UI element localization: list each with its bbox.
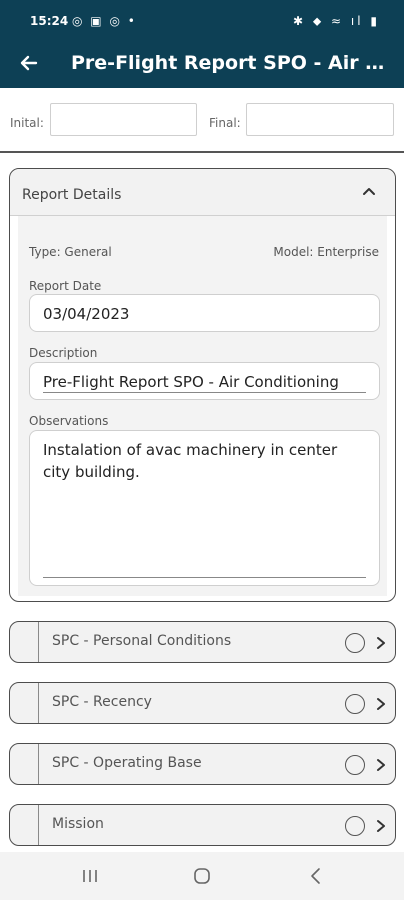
chevron-right-icon <box>377 820 385 832</box>
section-operating-base[interactable]: SPC - Operating Base <box>9 743 396 785</box>
back-arrow-icon[interactable] <box>14 48 44 78</box>
system-navigation-bar <box>0 852 404 900</box>
status-circle-icon <box>345 816 365 836</box>
back-icon[interactable] <box>305 866 327 886</box>
page-title: Pre-Flight Report SPO - Air Co... <box>71 52 391 74</box>
observations-underline <box>43 577 366 578</box>
description-label: Description <box>29 346 98 360</box>
app-bar: Pre-Flight Report SPO - Air Co... <box>0 42 404 88</box>
status-circle-icon <box>345 633 365 653</box>
report-date-value: 03/04/2023 <box>43 305 130 323</box>
report-details-panel: Report Details Type: General Model: Ente… <box>9 168 396 602</box>
chevron-right-icon <box>377 759 385 771</box>
description-value: Pre-Flight Report SPO - Air Conditioning <box>43 373 339 391</box>
description-field[interactable]: Pre-Flight Report SPO - Air Conditioning <box>29 362 380 400</box>
report-date-label: Report Date <box>29 279 102 293</box>
system-status-icons: ✱ ⬥ ≈ ıl ▮ <box>292 14 380 28</box>
section-label: SPC - Recency <box>52 694 152 710</box>
observations-value: Instalation of avac machinery in center … <box>43 441 338 481</box>
section-recency[interactable]: SPC - Recency <box>9 682 396 724</box>
initial-input[interactable] <box>50 103 197 136</box>
status-circle-icon <box>345 694 365 714</box>
section-stripe <box>38 805 39 845</box>
counters-bar: Inital: Final: <box>0 88 404 153</box>
section-stripe <box>38 744 39 784</box>
final-label: Final: <box>209 116 241 130</box>
section-stripe <box>38 683 39 723</box>
notification-icons: ◎ ▣ ◎ • <box>72 14 137 28</box>
chevron-up-icon[interactable] <box>361 185 377 197</box>
section-personal-conditions[interactable]: SPC - Personal Conditions <box>9 621 396 663</box>
final-input[interactable] <box>246 103 394 136</box>
report-model: Model: Enterprise <box>273 245 379 259</box>
description-underline <box>43 392 366 393</box>
observations-field[interactable]: Instalation of avac machinery in center … <box>29 430 380 586</box>
initial-label: Inital: <box>10 116 44 130</box>
section-mission[interactable]: Mission <box>9 804 396 846</box>
section-label: Mission <box>52 816 104 832</box>
status-bar: 15:24 ◎ ▣ ◎ • ✱ ⬥ ≈ ıl ▮ <box>0 0 404 42</box>
report-details-title: Report Details <box>22 187 122 203</box>
report-details-header[interactable]: Report Details <box>10 169 395 216</box>
report-type: Type: General <box>29 245 112 259</box>
section-stripe <box>38 622 39 662</box>
report-date-field[interactable]: 03/04/2023 <box>29 294 380 332</box>
home-icon[interactable] <box>191 866 213 886</box>
status-circle-icon <box>345 755 365 775</box>
status-time: 15:24 <box>30 14 69 28</box>
section-label: SPC - Operating Base <box>52 755 202 771</box>
recent-apps-icon[interactable] <box>79 866 101 886</box>
chevron-right-icon <box>377 698 385 710</box>
observations-label: Observations <box>29 414 109 428</box>
section-label: SPC - Personal Conditions <box>52 633 232 649</box>
chevron-right-icon <box>377 637 385 649</box>
